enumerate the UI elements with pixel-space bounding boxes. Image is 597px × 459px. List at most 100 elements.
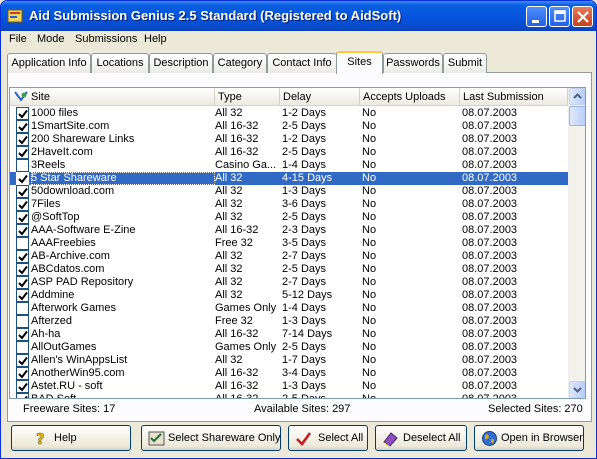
table-row[interactable]: Afterwork Games Games Only 1-4 Days No 08.07… (10, 302, 568, 315)
row-checkbox[interactable] (16, 315, 29, 328)
row-checkbox[interactable] (16, 354, 29, 367)
row-checkbox[interactable] (16, 328, 29, 341)
scroll-down-button[interactable] (569, 381, 585, 398)
table-row[interactable]: ASP PAD Repository All 32 2-7 Days No 08.07.… (10, 276, 568, 289)
tab-contact-info[interactable]: Contact Info (267, 53, 337, 73)
select-shareware-button[interactable]: Select Shareware Only (141, 425, 281, 451)
column-header-last-submission[interactable]: Last Submission (460, 88, 568, 106)
row-checkbox[interactable] (16, 107, 29, 120)
cell-uploads: No (362, 250, 377, 262)
menu-bar: File Mode Submissions Help (1, 31, 596, 49)
cell-delay: 2-5 Days (282, 341, 327, 353)
table-row[interactable]: 200 Shareware Links All 16-32 1-2 Days No 08… (10, 133, 568, 146)
table-row[interactable]: AAAFreebies Free 32 3-5 Days No 08.07.2003 (10, 237, 568, 250)
row-checkbox[interactable] (16, 198, 29, 211)
table-row[interactable]: 50download.com All 32 1-3 Days No 08.07.2003 (10, 185, 568, 198)
minimize-button[interactable] (526, 6, 547, 27)
table-row[interactable]: ABCdatos.com All 32 2-5 Days No 08.07.2003 (10, 263, 568, 276)
row-checkbox[interactable] (16, 367, 29, 380)
row-checkbox[interactable] (16, 224, 29, 237)
tab-application-info[interactable]: Application Info (7, 53, 91, 73)
row-checkbox[interactable] (16, 393, 29, 398)
close-button[interactable] (572, 6, 593, 27)
scroll-thumb[interactable] (569, 106, 585, 126)
row-checkbox[interactable] (16, 302, 29, 315)
menu-file[interactable]: File (9, 33, 27, 45)
table-row[interactable]: Afterzed Free 32 1-3 Days No 08.07.2003 (10, 315, 568, 328)
table-row[interactable]: 5 Star Shareware All 32 4-15 Days No 08.07.2… (10, 172, 568, 185)
row-checkbox[interactable] (16, 380, 29, 393)
table-row[interactable]: AB-Archive.com All 32 2-7 Days No 08.07.2003 (10, 250, 568, 263)
row-checkbox[interactable] (16, 159, 29, 172)
cell-site: 5 Star Shareware (31, 172, 215, 185)
table-row[interactable]: Ah-ha All 16-32 7-14 Days No 08.07.2003 (10, 328, 568, 341)
table-row[interactable]: 3Reels Casino Ga... 1-4 Days No 08.07.2003 (10, 159, 568, 172)
row-checkbox[interactable] (16, 172, 29, 185)
cell-uploads: No (362, 263, 377, 275)
cell-uploads: No (362, 224, 377, 236)
select-all-button[interactable]: Select All (288, 425, 368, 451)
cell-last: 08.07.2003 (462, 185, 518, 197)
cell-last: 08.07.2003 (462, 224, 518, 236)
column-header-delay[interactable]: Delay (280, 88, 360, 106)
table-row[interactable]: 2HaveIt.com All 16-32 2-5 Days No 08.07.2003 (10, 146, 568, 159)
maximize-button[interactable] (549, 6, 570, 27)
column-header-site[interactable]: Site (10, 88, 215, 106)
table-row[interactable]: Addmine All 32 5-12 Days No 08.07.2003 (10, 289, 568, 302)
column-header-uploads[interactable]: Accepts Uploads (360, 88, 460, 106)
table-row[interactable]: Astet.RU - soft All 16-32 1-3 Days No 08.07.… (10, 380, 568, 393)
table-row[interactable]: 1000 files All 32 1-2 Days No 08.07.2003 (10, 107, 568, 120)
row-checkbox[interactable] (16, 133, 29, 146)
table-row[interactable]: 7Files All 32 3-6 Days No 08.07.2003 (10, 198, 568, 211)
row-checkbox[interactable] (16, 341, 29, 354)
tab-sites[interactable]: Sites (336, 51, 383, 74)
shareware-icon (148, 431, 165, 446)
table-row[interactable]: AAA-Software E-Zine All 16-32 2-3 Days No 08… (10, 224, 568, 237)
row-checkbox[interactable] (16, 237, 29, 250)
help-button[interactable]: ? Help (11, 425, 131, 451)
title-bar[interactable]: Aid Submission Genius 2.5 Standard (Regi… (1, 1, 596, 31)
row-checkbox[interactable] (16, 120, 29, 133)
cell-delay: 2-5 Days (282, 211, 327, 223)
vertical-scrollbar[interactable] (568, 88, 585, 398)
row-checkbox[interactable] (16, 263, 29, 276)
menu-mode[interactable]: Mode (37, 33, 65, 45)
row-checkbox[interactable] (16, 211, 29, 224)
table-row[interactable]: 1SmartSite.com All 16-32 2-5 Days No 08.07.2… (10, 120, 568, 133)
deselect-all-button[interactable]: Deselect All (375, 425, 467, 451)
table-row[interactable]: AllOutGames Games Only 2-5 Days No 08.07.200… (10, 341, 568, 354)
cell-last: 08.07.2003 (462, 133, 518, 145)
table-row[interactable]: AnotherWin95.com All 16-32 3-4 Days No 08.07… (10, 367, 568, 380)
column-header-type[interactable]: Type (215, 88, 280, 106)
scroll-up-button[interactable] (569, 88, 585, 105)
tab-submit[interactable]: Submit (443, 53, 487, 73)
menu-submissions[interactable]: Submissions (75, 33, 137, 45)
row-checkbox[interactable] (16, 289, 29, 302)
row-checkbox[interactable] (16, 250, 29, 263)
table-row[interactable]: @SoftTop All 32 2-5 Days No 08.07.2003 (10, 211, 568, 224)
table-row[interactable]: BAD Soft All 16-32 2-5 Days No 08.07.2003 (10, 393, 568, 399)
cell-uploads: No (362, 107, 377, 119)
cell-delay: 3-4 Days (282, 367, 327, 379)
cell-delay: 5-12 Days (282, 289, 333, 301)
tab-category[interactable]: Category (213, 53, 267, 73)
row-checkbox[interactable] (16, 185, 29, 198)
cell-delay: 1-3 Days (282, 380, 327, 392)
cell-type: All 16-32 (215, 224, 259, 236)
open-in-browser-label: Open in Browser (501, 432, 583, 444)
cell-site: 1SmartSite.com (31, 120, 110, 132)
cell-delay: 1-2 Days (282, 133, 327, 145)
row-checkbox[interactable] (16, 146, 29, 159)
row-checkbox[interactable] (16, 276, 29, 289)
cell-type: All 16-32 (215, 393, 259, 399)
sites-list[interactable]: Site Type Delay Accepts Uploads Last Sub… (9, 87, 586, 399)
cell-uploads: No (362, 133, 377, 145)
cell-delay: 7-14 Days (282, 328, 333, 340)
open-in-browser-button[interactable]: Open in Browser (474, 425, 584, 451)
cell-site: 50download.com (31, 185, 115, 197)
tab-description[interactable]: Description (149, 53, 213, 73)
tab-locations[interactable]: Locations (91, 53, 149, 73)
tab-passwords[interactable]: Passwords (383, 53, 443, 73)
table-row[interactable]: Allen's WinAppsList All 32 1-7 Days No 08.07… (10, 354, 568, 367)
menu-help[interactable]: Help (144, 33, 167, 45)
